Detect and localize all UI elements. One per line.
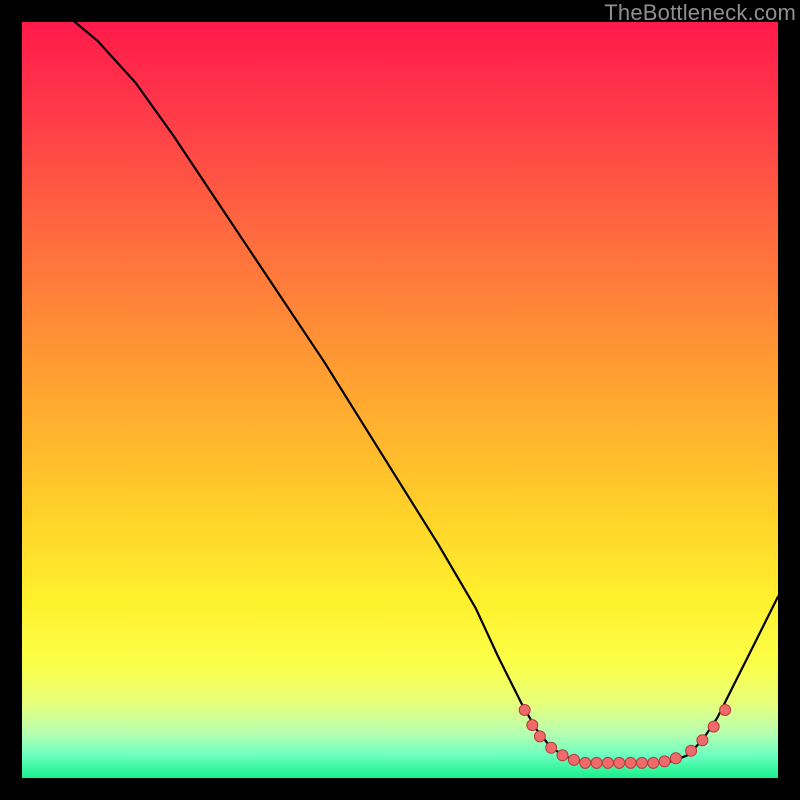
highlight-dot — [686, 745, 697, 756]
highlight-dot — [557, 750, 568, 761]
highlight-dot — [527, 720, 538, 731]
bottleneck-curve-path — [75, 22, 778, 763]
highlight-dot — [720, 705, 731, 716]
highlight-dot — [546, 742, 557, 753]
highlight-dot — [659, 756, 670, 767]
chart-plot-area — [22, 22, 778, 778]
highlight-dot — [670, 753, 681, 764]
highlight-dot — [625, 757, 636, 768]
highlight-dot — [534, 731, 545, 742]
highlight-dot — [580, 757, 591, 768]
highlight-dot — [519, 705, 530, 716]
highlight-dot — [636, 757, 647, 768]
bottleneck-curve — [22, 22, 778, 778]
highlight-dot — [614, 757, 625, 768]
chart-frame: TheBottleneck.com — [0, 0, 800, 800]
highlight-dot — [591, 757, 602, 768]
watermark-label: TheBottleneck.com — [604, 0, 796, 26]
highlight-dot — [708, 721, 719, 732]
highlight-dot — [697, 735, 708, 746]
highlight-dot — [568, 754, 579, 765]
highlight-dot — [648, 757, 659, 768]
highlight-dot — [602, 757, 613, 768]
